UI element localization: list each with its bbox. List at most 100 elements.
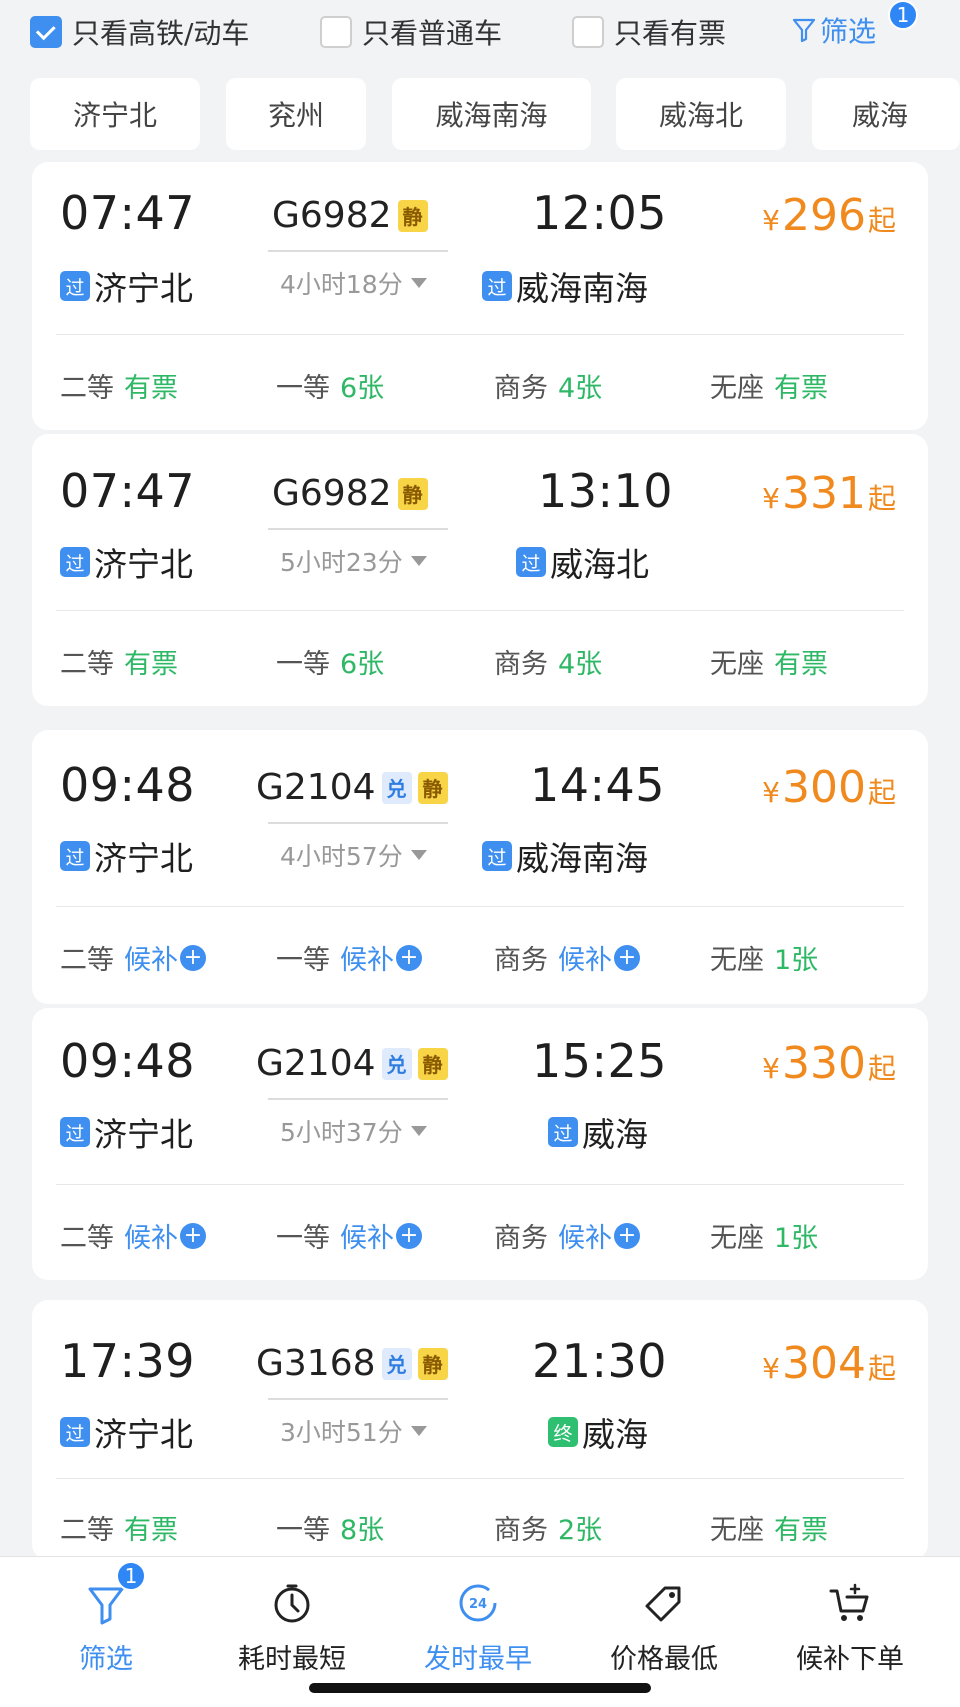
filter-button[interactable]: 筛选 — [792, 10, 876, 50]
train-card[interactable]: 17:39 G3168 兑 静 3小时51分 21:30 过 济宁北 终 威海 … — [32, 1300, 928, 1560]
pass-mark: 过 — [482, 841, 512, 871]
route-line — [268, 1098, 448, 1100]
duration-toggle[interactable]: 5小时23分 — [280, 543, 427, 579]
duration-toggle[interactable]: 5小时37分 — [280, 1113, 427, 1149]
duration-text: 4小时18分 — [280, 270, 403, 299]
chevron-down-icon — [410, 850, 427, 860]
route-line — [268, 1398, 448, 1400]
duration-toggle[interactable]: 4小时57分 — [280, 837, 427, 873]
depart-time: 17:39 — [60, 1334, 196, 1388]
seat-class-business[interactable]: 商务 候补 + — [494, 1216, 640, 1255]
depart-time: 09:48 — [60, 758, 196, 812]
seat-class: 商务 — [494, 1515, 548, 1546]
train-number-text: G6982 — [272, 473, 392, 514]
tab-lowest-price[interactable]: 价格最低 — [568, 1557, 760, 1697]
exchange-tag: 兑 — [381, 771, 412, 804]
only-hsr-label: 只看高铁/动车 — [72, 17, 250, 50]
price-value: 331 — [782, 468, 866, 519]
quiet-car-tag: 静 — [417, 1347, 448, 1380]
seat-class-standing: 无座 1张 — [710, 1216, 818, 1255]
route-line — [268, 528, 448, 530]
arrive-time: 13:10 — [538, 464, 674, 518]
from-station: 过 济宁北 — [60, 832, 193, 880]
seat-status: 候补 — [340, 1223, 394, 1254]
only-available-label: 只看有票 — [614, 17, 727, 50]
tab-filter[interactable]: 筛选 — [10, 1557, 202, 1697]
tab-label: 价格最低 — [610, 1644, 718, 1675]
currency-symbol: ¥ — [762, 204, 780, 237]
train-card[interactable]: 09:48 G2104 兑 静 5小时37分 15:25 过 济宁北 过 威海 … — [32, 1008, 928, 1280]
seat-class-business: 商务 2张 — [494, 1508, 602, 1547]
seat-status: 有票 — [124, 1515, 178, 1546]
add-waitlist-icon[interactable]: + — [180, 1222, 206, 1249]
from-station: 过 济宁北 — [60, 262, 193, 310]
seat-class: 无座 — [710, 1515, 764, 1546]
seat-class-2nd[interactable]: 二等 候补 + — [60, 1216, 206, 1255]
terminal-mark: 终 — [548, 1417, 578, 1447]
station-chip[interactable]: 威海 — [812, 78, 960, 150]
seat-class: 二等 — [60, 373, 114, 404]
seat-status: 有票 — [124, 649, 178, 680]
tab-earliest-departure[interactable]: 24 发时最早 — [382, 1557, 574, 1697]
only-hsr-checkbox[interactable]: 只看高铁/动车 — [30, 12, 249, 52]
seat-status: 4张 — [558, 649, 603, 680]
route-line — [268, 250, 448, 252]
add-waitlist-icon[interactable]: + — [180, 944, 206, 971]
seat-class: 无座 — [710, 373, 764, 404]
train-number: G3168 兑 静 — [256, 1343, 448, 1384]
seat-class: 二等 — [60, 649, 114, 680]
train-card[interactable]: 07:47 G6982 静 4小时18分 12:05 过 济宁北 过 威海南海 … — [32, 162, 928, 430]
cart-plus-icon — [827, 1579, 873, 1627]
add-waitlist-icon[interactable]: + — [396, 1222, 422, 1249]
train-card[interactable]: 07:47 G6982 静 5小时23分 13:10 过 济宁北 过 威海北 ¥… — [32, 434, 928, 706]
currency-symbol: ¥ — [762, 776, 780, 809]
arrive-time: 14:45 — [530, 758, 666, 812]
add-waitlist-icon[interactable]: + — [396, 944, 422, 971]
exchange-tag: 兑 — [381, 1347, 412, 1380]
tab-waitlist-order[interactable]: 候补下单 — [754, 1557, 946, 1697]
duration-toggle[interactable]: 4小时18分 — [280, 265, 427, 301]
price-suffix: 起 — [867, 482, 896, 515]
duration-toggle[interactable]: 3小时51分 — [280, 1413, 427, 1449]
station-chip[interactable]: 济宁北 — [30, 78, 200, 150]
pass-mark: 过 — [516, 547, 546, 577]
seat-class: 一等 — [276, 945, 330, 976]
to-station: 过 威海南海 — [482, 832, 648, 880]
tab-shortest-duration[interactable]: 耗时最短 — [196, 1557, 388, 1697]
train-card[interactable]: 09:48 G2104 兑 静 4小时57分 14:45 过 济宁北 过 威海南… — [32, 730, 928, 1004]
train-number: G6982 静 — [272, 473, 428, 514]
seat-class-1st[interactable]: 一等 候补 + — [276, 1216, 422, 1255]
to-station-name: 威海南海 — [516, 269, 648, 308]
price-value: 330 — [782, 1038, 866, 1089]
to-station-name: 威海 — [582, 1115, 648, 1154]
chevron-down-icon — [410, 1426, 427, 1436]
add-waitlist-icon[interactable]: + — [614, 944, 640, 971]
to-station: 过 威海 — [548, 1108, 648, 1156]
seat-status: 6张 — [340, 649, 385, 680]
train-number: G2104 兑 静 — [256, 767, 448, 808]
seat-class-business[interactable]: 商务 候补 + — [494, 938, 640, 977]
quiet-car-tag: 静 — [417, 771, 448, 804]
seat-class-1st[interactable]: 一等 候补 + — [276, 938, 422, 977]
station-chips: 济宁北 兖州 威海南海 威海北 威海 — [0, 78, 960, 152]
seat-status: 2张 — [558, 1515, 603, 1546]
pass-mark: 过 — [60, 1417, 90, 1447]
seat-class-2nd[interactable]: 二等 候补 + — [60, 938, 206, 977]
seat-class-standing: 无座 有票 — [710, 366, 828, 405]
station-chip[interactable]: 威海北 — [616, 78, 786, 150]
clock-24-icon: 24 — [456, 1579, 500, 1627]
add-waitlist-icon[interactable]: + — [614, 1222, 640, 1249]
pass-mark: 过 — [60, 271, 90, 301]
only-normal-checkbox[interactable]: 只看普通车 — [320, 12, 502, 52]
checkbox-unchecked-icon — [320, 16, 352, 48]
arrive-time: 12:05 — [532, 186, 668, 240]
route-line — [268, 822, 448, 824]
station-chip[interactable]: 兖州 — [226, 78, 366, 150]
only-available-checkbox[interactable]: 只看有票 — [572, 12, 726, 52]
depart-time: 07:47 — [60, 186, 196, 240]
to-station: 过 威海南海 — [482, 262, 648, 310]
station-chip[interactable]: 威海南海 — [392, 78, 591, 150]
quiet-car-tag: 静 — [397, 477, 428, 510]
price-suffix: 起 — [867, 204, 896, 237]
seat-class: 无座 — [710, 1223, 764, 1254]
